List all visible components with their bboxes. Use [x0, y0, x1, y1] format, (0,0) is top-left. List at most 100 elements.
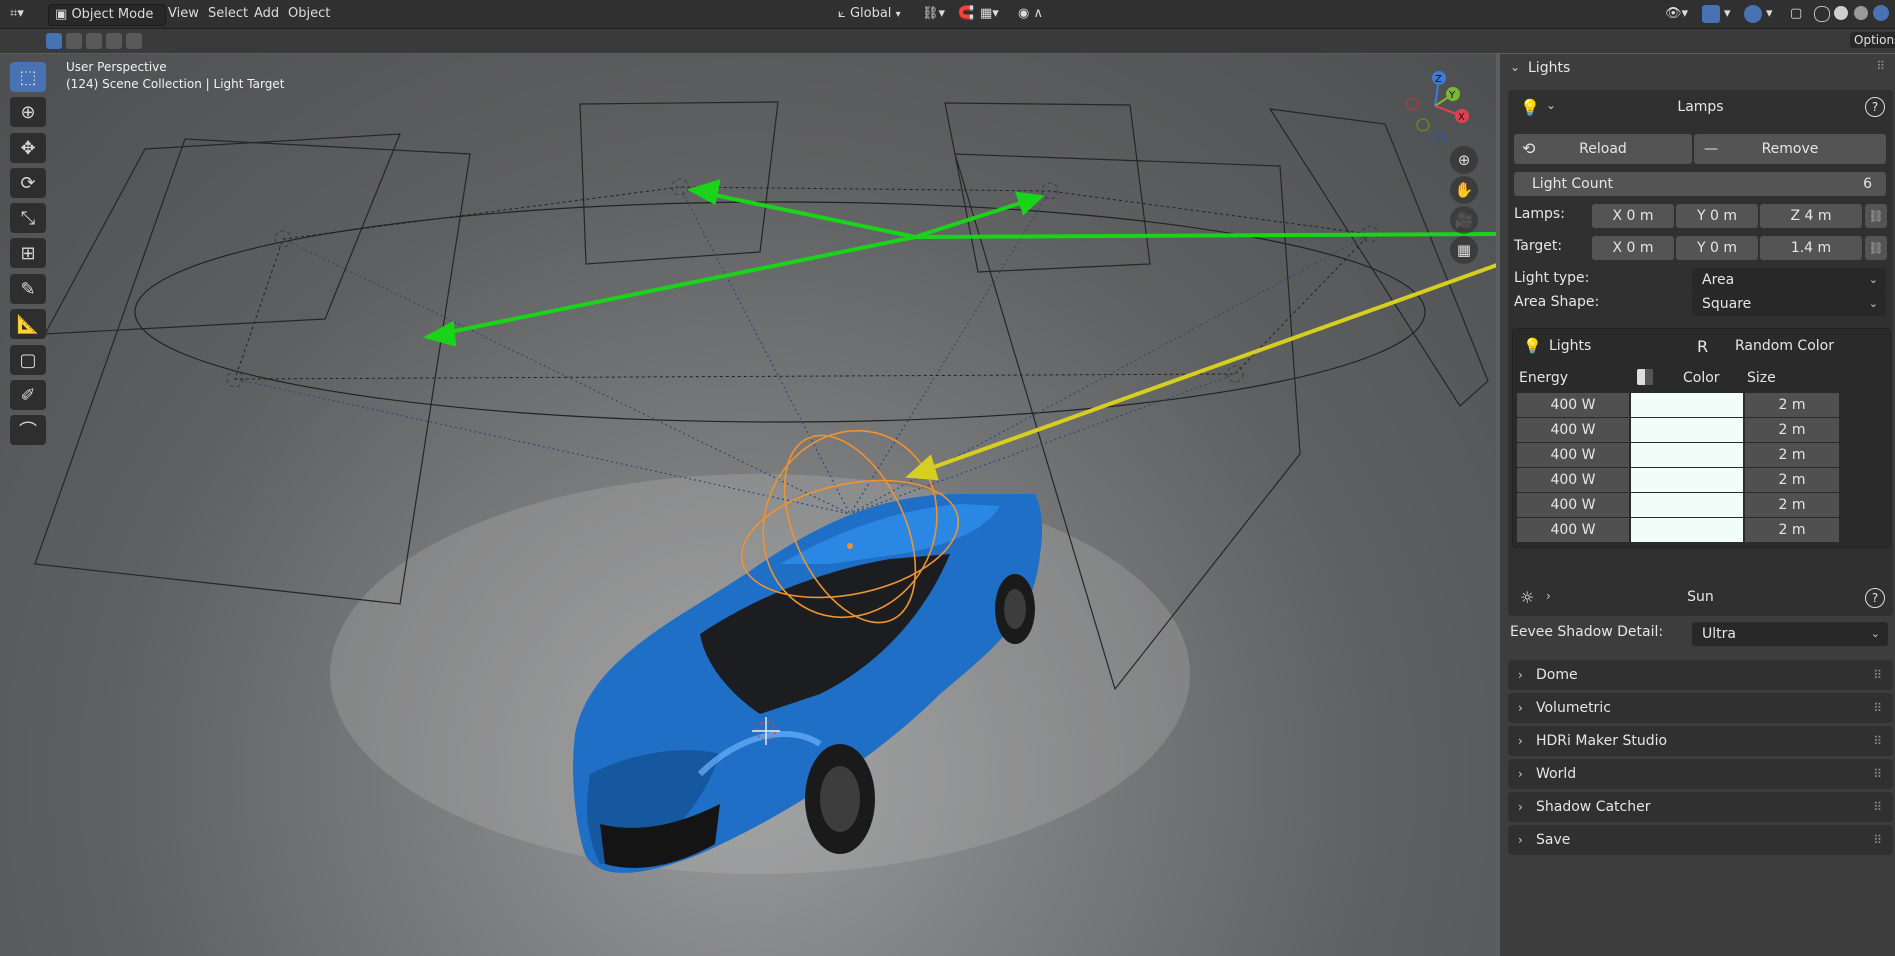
section-hdri-maker[interactable]: › HDRi Maker Studio ⠿	[1508, 726, 1893, 756]
visibility-icon[interactable]: 👁▾	[1665, 4, 1688, 24]
color-swatch[interactable]	[1631, 393, 1743, 417]
overlay-toggle-icon[interactable]	[1744, 5, 1762, 23]
section-volumetric[interactable]: › Volumetric ⠿	[1508, 693, 1893, 723]
rotate-icon[interactable]: ⟳	[10, 168, 46, 198]
random-color-button[interactable]: Random Color	[1735, 338, 1834, 354]
size-field[interactable]: 2 m	[1745, 518, 1839, 542]
gizmo-toggle-icon[interactable]	[1702, 5, 1720, 23]
table-row[interactable]: 400 W 2 m	[1517, 393, 1839, 417]
sun-box[interactable]: ☼ › Sun ?	[1508, 580, 1893, 616]
camera-icon[interactable]: 🎥	[1450, 206, 1478, 234]
light-count-field[interactable]: Light Count 6	[1514, 172, 1886, 196]
reload-button[interactable]: ⟲ Reload	[1514, 134, 1692, 164]
move-icon[interactable]: ✥	[10, 133, 46, 163]
energy-field[interactable]: 400 W	[1517, 393, 1629, 417]
energy-field[interactable]: 400 W	[1517, 443, 1629, 467]
menu-view[interactable]: View	[168, 4, 199, 24]
material-shading-icon[interactable]	[1854, 6, 1868, 20]
target-z-field[interactable]: 1.4 m	[1760, 236, 1862, 260]
select-invert-icon[interactable]	[106, 33, 122, 49]
snap-grid-icon[interactable]: ▦▾	[980, 4, 999, 24]
drag-grip-icon[interactable]: ⠿	[1873, 693, 1883, 723]
overlay-dropdown-icon[interactable]: ▾	[1766, 4, 1773, 24]
color-swatch[interactable]	[1631, 443, 1743, 467]
table-row[interactable]: 400 W 2 m	[1517, 418, 1839, 442]
drag-grip-icon[interactable]: ⠿	[1873, 660, 1883, 690]
orientation-dropdown[interactable]: ⟀ Global ▾	[838, 4, 901, 24]
lamps-z-field[interactable]: Z 4 m	[1760, 204, 1862, 228]
target-y-field[interactable]: Y 0 m	[1676, 236, 1758, 260]
help-icon[interactable]: ?	[1865, 588, 1885, 608]
help-icon[interactable]: ?	[1865, 97, 1885, 117]
editor-type-icon[interactable]: ⌗▾	[10, 4, 24, 24]
ortho-grid-icon[interactable]: ▦	[1450, 236, 1478, 264]
table-row[interactable]: 400 W 2 m	[1517, 468, 1839, 492]
select-box-icon[interactable]: ⬚	[10, 62, 46, 92]
menu-select[interactable]: Select	[208, 4, 248, 24]
gizmo-dropdown-icon[interactable]: ▾	[1724, 4, 1731, 24]
transform-icon[interactable]: ⊞	[10, 238, 46, 268]
paint-icon[interactable]: ✐	[10, 380, 46, 410]
annotate-icon[interactable]: ✎	[10, 274, 46, 304]
section-world[interactable]: › World ⠿	[1508, 759, 1893, 789]
target-x-field[interactable]: X 0 m	[1592, 236, 1674, 260]
color-swatch[interactable]	[1631, 493, 1743, 517]
3d-viewport[interactable]: User Perspective (124) Scene Collection …	[0, 54, 1496, 956]
snap-icon[interactable]: 🧲	[958, 4, 974, 24]
drag-grip-icon[interactable]: ⠿	[1873, 792, 1883, 822]
drag-grip-icon[interactable]: ⠿	[1876, 59, 1885, 73]
color-swatch[interactable]	[1631, 418, 1743, 442]
light-type-dropdown[interactable]: Area ⌄	[1692, 268, 1886, 292]
section-shadow-catcher[interactable]: › Shadow Catcher ⠿	[1508, 792, 1893, 822]
add-cube-icon[interactable]: ▢	[10, 345, 46, 375]
menu-add[interactable]: Add	[254, 4, 279, 24]
size-field[interactable]: 2 m	[1745, 493, 1839, 517]
menu-object[interactable]: Object	[288, 4, 330, 24]
select-subtract-icon[interactable]	[86, 33, 102, 49]
lights-panel-header[interactable]: ⌄ Lights ⠿	[1500, 54, 1895, 84]
curve-icon[interactable]: ⌒	[10, 415, 46, 445]
mode-dropdown[interactable]: ▣ Object Mode ▾	[48, 4, 166, 41]
area-shape-dropdown[interactable]: Square ⌄	[1692, 292, 1886, 316]
lamps-link-icon[interactable]: ⛓	[1865, 204, 1887, 228]
color-swatch[interactable]	[1631, 468, 1743, 492]
solid-shading-icon[interactable]	[1834, 6, 1848, 20]
zoom-icon[interactable]: ⊕	[1450, 146, 1478, 174]
lamps-y-field[interactable]: Y 0 m	[1676, 204, 1758, 228]
energy-field[interactable]: 400 W	[1517, 468, 1629, 492]
size-field[interactable]: 2 m	[1745, 468, 1839, 492]
proportional-edit-icon[interactable]: ◉ ∧	[1018, 4, 1043, 24]
measure-icon[interactable]: 📐	[10, 309, 46, 339]
energy-field[interactable]: 400 W	[1517, 518, 1629, 542]
color-swatch[interactable]	[1631, 518, 1743, 542]
size-field[interactable]: 2 m	[1745, 393, 1839, 417]
color-toggle-icon[interactable]	[1637, 369, 1653, 385]
scale-icon[interactable]: ⤡	[10, 203, 46, 233]
table-row[interactable]: 400 W 2 m	[1517, 443, 1839, 467]
energy-field[interactable]: 400 W	[1517, 493, 1629, 517]
options-dropdown[interactable]: Options	[1850, 32, 1895, 48]
remove-button[interactable]: — Remove	[1694, 134, 1886, 164]
navigation-gizmo[interactable]: Z Y X	[1395, 64, 1475, 144]
select-intersect-icon[interactable]	[126, 33, 142, 49]
energy-field[interactable]: 400 W	[1517, 418, 1629, 442]
target-link-icon[interactable]: ⛓	[1865, 236, 1887, 260]
lamps-header[interactable]: 💡 ⌄ Lamps ?	[1508, 90, 1893, 126]
section-save[interactable]: › Save ⠿	[1508, 825, 1893, 855]
size-field[interactable]: 2 m	[1745, 443, 1839, 467]
select-extend-icon[interactable]	[66, 33, 82, 49]
xray-icon[interactable]: ▢	[1790, 4, 1802, 24]
table-row[interactable]: 400 W 2 m	[1517, 518, 1839, 542]
cursor-icon[interactable]: ⊕	[10, 97, 46, 127]
pivot-icon[interactable]: ⛓▾	[922, 4, 945, 24]
select-new-icon[interactable]	[46, 33, 62, 49]
shadow-detail-dropdown[interactable]: Ultra ⌄	[1692, 622, 1888, 646]
table-row[interactable]: 400 W 2 m	[1517, 493, 1839, 517]
drag-grip-icon[interactable]: ⠿	[1873, 825, 1883, 855]
wireframe-shading-icon[interactable]	[1814, 6, 1830, 22]
rendered-shading-icon[interactable]	[1873, 5, 1889, 21]
drag-grip-icon[interactable]: ⠿	[1873, 726, 1883, 756]
lamps-x-field[interactable]: X 0 m	[1592, 204, 1674, 228]
pan-hand-icon[interactable]: ✋	[1450, 176, 1478, 204]
section-dome[interactable]: › Dome ⠿	[1508, 660, 1893, 690]
